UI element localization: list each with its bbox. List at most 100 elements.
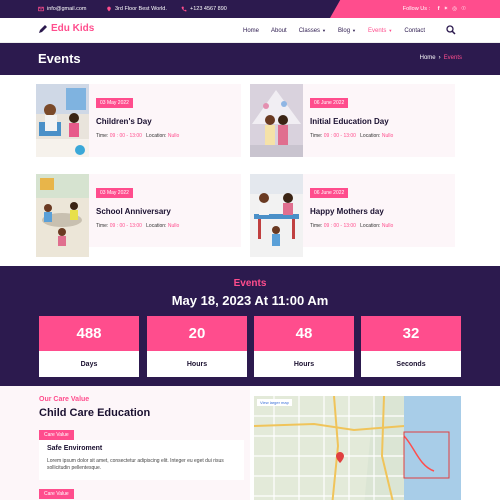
nav-label: Blog [338, 27, 351, 34]
event-location: Nullo [381, 133, 394, 139]
countdown-value: 488 [39, 316, 139, 351]
time-label: Time: [310, 133, 323, 139]
section-eyebrow: Our Care Value [39, 396, 90, 403]
phone-icon [181, 6, 187, 12]
breadcrumb: Home › Events [420, 55, 462, 61]
countdown-box-days: 488 Days [39, 316, 139, 377]
event-photo-children-tent [250, 84, 303, 167]
event-photo-kids-desk [250, 174, 303, 257]
map-image [254, 396, 461, 500]
care-value-section: Our Care Value Child Care Education Care… [0, 386, 500, 500]
event-card[interactable]: 06 June 2022 Happy Mothers day Time: 09 … [250, 174, 455, 257]
twitter-icon[interactable]: ✴ [444, 6, 449, 12]
location-pin-icon [107, 6, 111, 12]
care-value-description: Lorem ipsum dolor sit amet, consectetur … [47, 458, 224, 471]
phone-info[interactable]: +123 4567 890 [181, 0, 227, 18]
location-map[interactable]: View larger map [254, 396, 461, 500]
countdown-value: 20 [147, 316, 247, 351]
facebook-icon[interactable]: f [438, 6, 440, 12]
event-date-badge: 03 May 2022 [96, 188, 133, 198]
event-time: 09 : 00 - 13:00 [323, 223, 356, 229]
phone-text: +123 4567 890 [190, 6, 227, 12]
event-card[interactable]: 03 May 2022 Children's Day Time: 09 : 00… [36, 84, 241, 157]
event-time: 09 : 00 - 13:00 [109, 223, 142, 229]
event-time: 09 : 00 - 13:00 [323, 133, 356, 139]
event-meta: Time: 09 : 00 - 13:00 Location: Nullo [96, 223, 179, 229]
nav-label: Contact [404, 27, 425, 34]
event-meta: Time: 09 : 00 - 13:00 Location: Nullo [310, 223, 393, 229]
nav-item-events[interactable]: Events ▼ [368, 28, 392, 34]
countdown-value: 48 [254, 316, 354, 351]
chevron-down-icon: ▼ [388, 28, 393, 33]
time-label: Time: [96, 133, 109, 139]
care-value-tag: Care Value [39, 430, 74, 440]
site-logo[interactable]: Edu Kids [38, 23, 94, 34]
nav-menu: Home About Classes ▼ Blog ▼ Events ▼ Contac… [243, 18, 437, 43]
search-icon[interactable] [446, 25, 456, 35]
pinterest-icon[interactable]: ☉ [461, 6, 466, 12]
nav-item-home[interactable]: Home [243, 28, 259, 34]
nav-item-about[interactable]: About [271, 28, 287, 34]
nav-label: Events [368, 27, 387, 34]
event-title[interactable]: Initial Education Day [310, 117, 389, 126]
main-navigation: Edu Kids Home About Classes ▼ Blog ▼ Event… [0, 18, 500, 43]
nav-item-blog[interactable]: Blog ▼ [338, 28, 356, 34]
location-label: Location: [360, 223, 381, 229]
location-label: Location: [146, 223, 167, 229]
address-text: 3rd Floor Best World. [115, 6, 167, 12]
countdown-unit: Seconds [361, 351, 461, 377]
event-date-badge: 03 May 2022 [96, 98, 133, 108]
countdown-box-seconds: 32 Seconds [361, 316, 461, 377]
countdown-box-hours: 20 Hours [147, 316, 247, 377]
event-photo-classroom [36, 174, 89, 257]
pencil-icon [39, 24, 47, 33]
countdown-label: Events [233, 278, 267, 289]
nav-label: About [271, 27, 287, 34]
address-info: 3rd Floor Best World. [106, 0, 167, 18]
follow-us-label: Follow Us : [402, 6, 430, 12]
logo-text: Edu Kids [51, 23, 95, 34]
location-label: Location: [146, 133, 167, 139]
event-location: Nullo [381, 223, 394, 229]
event-card[interactable]: 06 June 2022 Initial Education Day Time:… [250, 84, 455, 157]
chevron-down-icon: ▼ [322, 28, 327, 33]
breadcrumb-separator-icon: › [438, 55, 441, 61]
view-larger-map-link[interactable]: View larger map [257, 399, 292, 406]
nav-label: Home [243, 27, 260, 34]
breadcrumb-home[interactable]: Home [420, 55, 436, 61]
event-photo-children-playing [36, 84, 89, 167]
event-title[interactable]: Children's Day [96, 117, 152, 126]
event-meta: Time: 09 : 00 - 13:00 Location: Nullo [310, 133, 393, 139]
countdown-unit: Days [39, 351, 139, 377]
countdown-date: May 18, 2023 At 11:00 Am [171, 293, 329, 308]
event-card[interactable]: 03 May 2022 School Anniversary Time: 09 … [36, 174, 241, 257]
care-value-card: Safe Enviroment Lorem ipsum dolor sit am… [39, 440, 244, 480]
event-title[interactable]: Happy Mothers day [310, 207, 384, 216]
chevron-down-icon: ▼ [352, 28, 356, 33]
social-links: f ✴ ◎ ☉ [438, 0, 466, 18]
nav-item-classes[interactable]: Classes ▼ [299, 28, 326, 34]
email-text: info@gmail.com [47, 6, 87, 12]
event-date-badge: 06 June 2022 [310, 98, 349, 108]
nav-label: Classes [298, 27, 321, 34]
care-value-title: Safe Enviroment [47, 445, 103, 452]
instagram-icon[interactable]: ◎ [452, 6, 457, 12]
email-info[interactable]: info@gmail.com [38, 0, 87, 18]
top-info-bar: info@gmail.com 3rd Floor Best World. +12… [0, 0, 500, 18]
location-label: Location: [360, 133, 381, 139]
countdown-unit: Hours [254, 351, 354, 377]
countdown-unit: Hours [147, 351, 247, 377]
page-header: Events Home › Events [0, 43, 500, 75]
nav-item-contact[interactable]: Contact [404, 28, 425, 34]
event-location: Nullo [167, 223, 180, 229]
countdown-value: 32 [361, 316, 461, 351]
countdown-box-minutes: 48 Hours [254, 316, 354, 377]
event-countdown-section: Events May 18, 2023 At 11:00 Am 488 Days… [0, 266, 500, 386]
event-location: Nullo [167, 133, 180, 139]
event-meta: Time: 09 : 00 - 13:00 Location: Nullo [96, 133, 179, 139]
breadcrumb-current: Events [443, 55, 462, 61]
event-time: 09 : 00 - 13:00 [109, 133, 142, 139]
time-label: Time: [310, 223, 323, 229]
event-title[interactable]: School Anniversary [96, 207, 171, 216]
page-title: Events [38, 51, 81, 66]
